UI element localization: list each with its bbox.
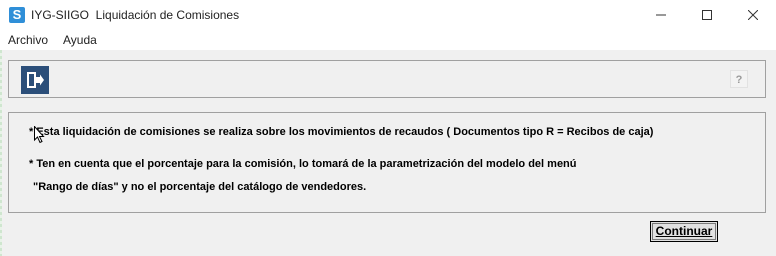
window-left-edge <box>0 50 2 256</box>
exit-door-icon <box>27 72 44 88</box>
continue-button[interactable]: Continuar <box>650 221 718 242</box>
info-line-rango: "Rango de días" y no el porcentaje del c… <box>33 181 367 193</box>
title-bar: S IYG-SIIGO Liquidación de Comisiones <box>0 0 776 30</box>
info-line-recaudos: * Esta liquidación de comisiones se real… <box>29 126 654 138</box>
info-panel: * Esta liquidación de comisiones se real… <box>8 112 766 213</box>
menu-ayuda[interactable]: Ayuda <box>63 33 97 47</box>
exit-button[interactable] <box>21 66 49 94</box>
window-title: IYG-SIIGO Liquidación de Comisiones <box>31 8 240 22</box>
close-icon <box>748 10 758 20</box>
maximize-icon <box>702 10 712 20</box>
minimize-button[interactable] <box>638 0 684 30</box>
menu-archivo[interactable]: Archivo <box>8 33 48 47</box>
siigo-app-icon: S <box>9 7 25 23</box>
minimize-icon <box>656 14 666 16</box>
close-button[interactable] <box>730 0 776 30</box>
info-line-porcentaje: * Ten en cuenta que el porcentaje para l… <box>29 158 577 170</box>
help-button[interactable]: ? <box>730 70 748 88</box>
menu-bar: Archivo Ayuda <box>0 30 776 50</box>
maximize-button[interactable] <box>684 0 730 30</box>
toolbar-panel: ? <box>8 60 766 98</box>
mouse-cursor-icon <box>34 126 45 144</box>
